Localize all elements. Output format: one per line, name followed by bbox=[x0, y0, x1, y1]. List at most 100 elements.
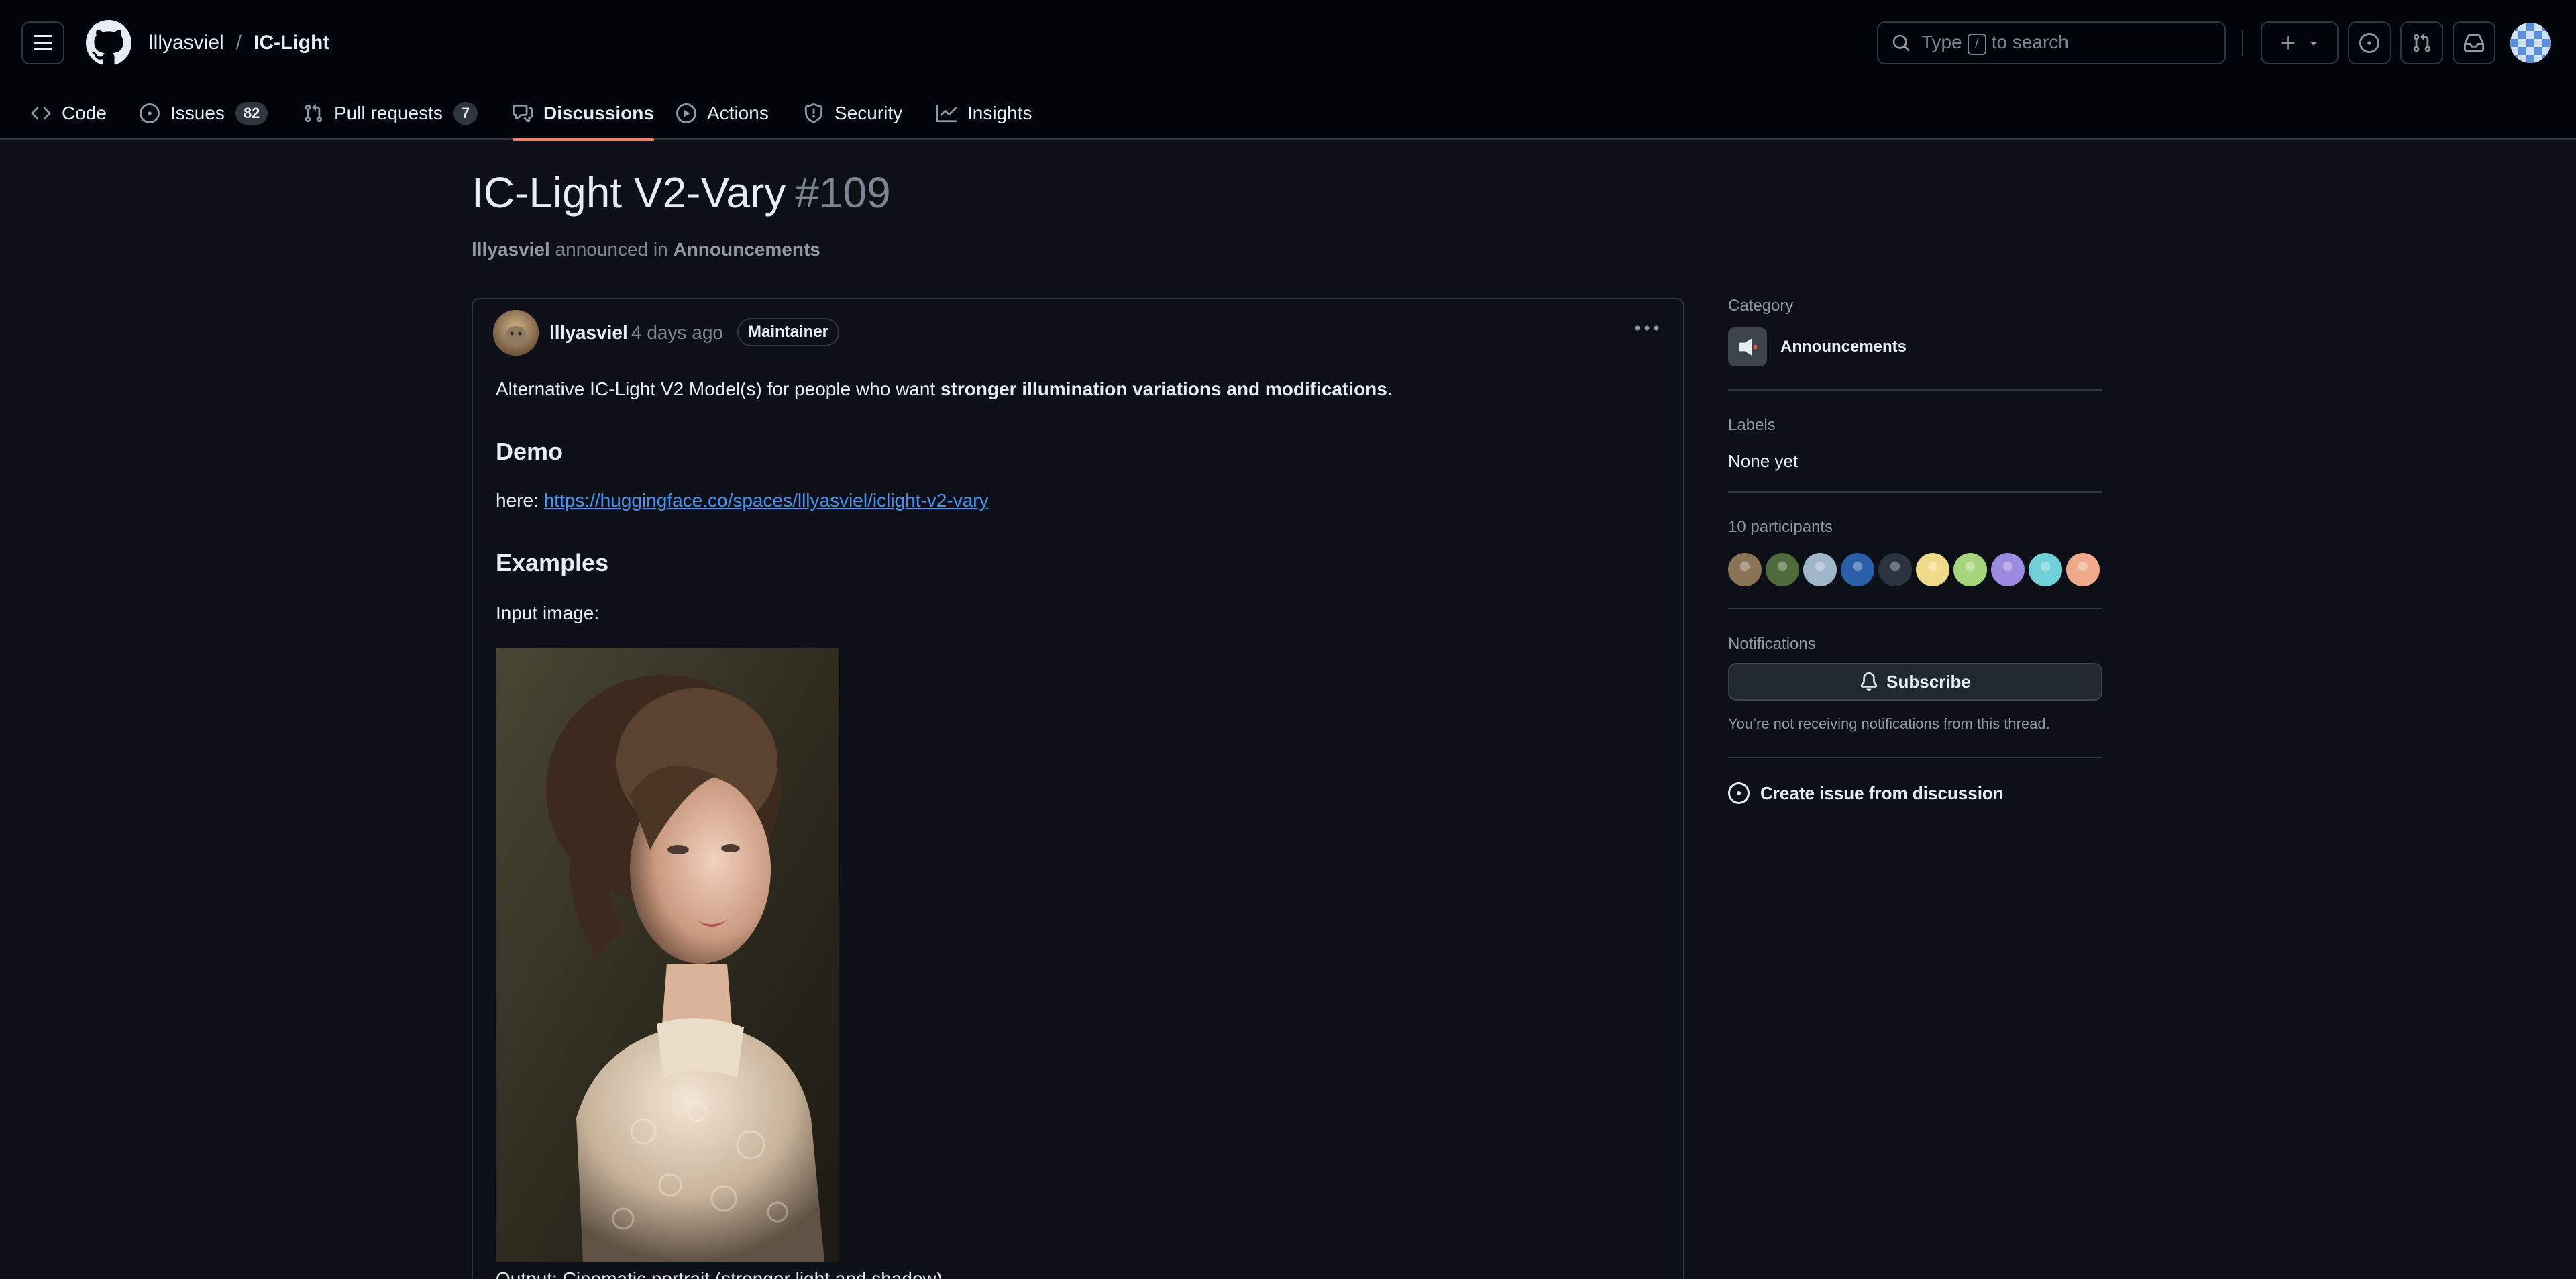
category-item[interactable]: Announcements bbox=[1728, 327, 1907, 366]
participants-heading: 10 participants bbox=[1728, 518, 1833, 536]
labels-section: Labels None yet bbox=[1728, 391, 2102, 493]
discussion-verb: announced in bbox=[555, 239, 668, 260]
git-pull-request-icon bbox=[2413, 34, 2431, 52]
participants-list bbox=[1728, 553, 2100, 586]
tab-security-label: Security bbox=[835, 103, 903, 123]
demo-link[interactable]: https://huggingface.co/spaces/lllyasviel… bbox=[544, 490, 989, 511]
kebab-horizontal-icon[interactable] bbox=[1633, 318, 1660, 338]
megaphone-icon bbox=[1728, 327, 1767, 366]
tab-issues[interactable]: Issues 82 bbox=[140, 87, 268, 140]
tab-insights[interactable]: Insights bbox=[936, 87, 1032, 140]
output-caption: Output: Cinematic portrait (stronger lig… bbox=[496, 1268, 943, 1279]
notifications-section: Notifications Subscribe You’re not recei… bbox=[1728, 609, 2102, 758]
input-image[interactable] bbox=[496, 648, 839, 1262]
search-shortcut-key: / bbox=[1967, 33, 1986, 55]
participant-avatar[interactable] bbox=[2029, 553, 2062, 586]
tab-pull-requests[interactable]: Pull requests 7 bbox=[303, 87, 478, 140]
notification-note: You’re not receiving notifications from … bbox=[1728, 715, 2050, 732]
post-intro-bold: stronger illumination variations and mod… bbox=[941, 378, 1387, 399]
inbox-icon bbox=[2464, 34, 2484, 52]
tab-discussions[interactable]: Discussions bbox=[513, 87, 654, 141]
labels-heading: Labels bbox=[1728, 416, 1776, 434]
discussion-post: lllyasviel 4 days ago Maintainer Alterna… bbox=[472, 298, 1684, 1279]
participant-avatar[interactable] bbox=[1766, 553, 1799, 586]
tab-issues-label: Issues bbox=[170, 103, 225, 123]
issue-opened-icon bbox=[140, 103, 160, 123]
create-new-button[interactable] bbox=[2261, 21, 2339, 64]
subscribe-label: Subscribe bbox=[1886, 671, 1971, 692]
page-title: IC-Light V2-Vary #109 bbox=[472, 168, 891, 217]
search-placeholder-prefix: Type bbox=[1921, 31, 1962, 52]
breadcrumb: lllyasviel / IC-Light bbox=[149, 30, 329, 56]
issue-opened-icon bbox=[2359, 33, 2379, 53]
owner-link[interactable]: lllyasviel bbox=[149, 32, 224, 54]
shield-icon bbox=[804, 103, 823, 123]
participant-avatar[interactable] bbox=[1991, 553, 2025, 586]
post-intro-prefix: Alternative IC-Light V2 Model(s) for peo… bbox=[496, 378, 941, 399]
global-header: lllyasviel / IC-Light Type / to search C… bbox=[0, 0, 2576, 141]
participant-avatar[interactable] bbox=[1953, 553, 1987, 586]
participant-avatar[interactable] bbox=[2066, 553, 2100, 586]
participant-avatar[interactable] bbox=[1803, 553, 1837, 586]
subscribe-button[interactable]: Subscribe bbox=[1728, 663, 2102, 701]
tab-code-label: Code bbox=[62, 103, 107, 123]
avatar[interactable] bbox=[493, 310, 539, 356]
discussion-category-link[interactable]: Announcements bbox=[673, 239, 820, 260]
search-icon bbox=[1892, 34, 1910, 52]
menu-button[interactable] bbox=[21, 21, 64, 64]
discussion-author-link[interactable]: lllyasviel bbox=[472, 239, 550, 260]
triangle-down-icon bbox=[2310, 42, 2317, 46]
category-value[interactable]: Announcements bbox=[1780, 338, 1907, 356]
repo-tabs: Code Issues 82 Pull requests 7 Discussio… bbox=[0, 87, 2576, 141]
discussion-sidebar: Category Announcements Labels None yet 1… bbox=[1728, 293, 2102, 825]
git-pull-request-icon bbox=[305, 104, 323, 123]
post-intro: Alternative IC-Light V2 Model(s) for peo… bbox=[496, 378, 1393, 400]
author-avatar-image bbox=[493, 310, 539, 356]
discussion-number: #109 bbox=[795, 168, 891, 217]
create-issue-label: Create issue from discussion bbox=[1760, 782, 2004, 803]
maintainer-badge: Maintainer bbox=[737, 318, 840, 346]
tab-security[interactable]: Security bbox=[804, 87, 902, 140]
tab-pull-requests-label: Pull requests bbox=[334, 103, 443, 123]
breadcrumb-separator: / bbox=[235, 32, 242, 54]
tab-discussions-label: Discussions bbox=[543, 103, 654, 123]
inbox-button[interactable] bbox=[2453, 21, 2496, 64]
discussion-meta: lllyasviel announced in Announcements bbox=[472, 239, 820, 260]
tab-insights-label: Insights bbox=[967, 103, 1032, 123]
participant-avatar[interactable] bbox=[1878, 553, 1912, 586]
input-image-label: Input image: bbox=[496, 603, 600, 623]
tab-actions[interactable]: Actions bbox=[676, 87, 769, 140]
github-logo-icon[interactable] bbox=[86, 20, 131, 66]
examples-heading: Examples bbox=[496, 549, 609, 576]
play-icon bbox=[676, 103, 696, 123]
create-issue-link[interactable]: Create issue from discussion bbox=[1728, 782, 2004, 804]
participant-avatar[interactable] bbox=[1916, 553, 1949, 586]
demo-line: here: https://huggingface.co/spaces/llly… bbox=[496, 490, 989, 511]
category-section: Category Announcements bbox=[1728, 293, 2102, 391]
participant-avatar[interactable] bbox=[1841, 553, 1874, 586]
post-author-link[interactable]: lllyasviel bbox=[549, 322, 628, 344]
graph-icon bbox=[936, 104, 957, 123]
discussion-title: IC-Light V2-Vary bbox=[472, 168, 786, 217]
issues-count-badge: 82 bbox=[235, 102, 268, 125]
plus-icon bbox=[2281, 36, 2295, 50]
pull-requests-shortcut-button[interactable] bbox=[2400, 21, 2443, 64]
hamburger-icon bbox=[34, 35, 52, 50]
post-timestamp[interactable]: 4 days ago bbox=[631, 322, 723, 344]
user-avatar[interactable] bbox=[2510, 23, 2551, 63]
category-heading: Category bbox=[1728, 297, 1794, 315]
tab-code[interactable]: Code bbox=[31, 87, 107, 140]
identicon-avatar bbox=[2510, 23, 2551, 63]
portrait-illustration bbox=[496, 648, 839, 1262]
bell-icon bbox=[1860, 672, 1878, 691]
pull-requests-count-badge: 7 bbox=[453, 102, 478, 125]
issues-shortcut-button[interactable] bbox=[2348, 21, 2391, 64]
demo-heading: Demo bbox=[496, 438, 564, 465]
participant-avatar[interactable] bbox=[1728, 553, 1762, 586]
labels-value: None yet bbox=[1728, 451, 1799, 471]
repo-link[interactable]: IC-Light bbox=[254, 32, 329, 54]
issue-opened-icon bbox=[1728, 782, 1750, 804]
tab-actions-label: Actions bbox=[707, 103, 769, 123]
participants-section: 10 participants bbox=[1728, 493, 2102, 609]
search-input[interactable]: Type / to search bbox=[1877, 21, 2226, 64]
